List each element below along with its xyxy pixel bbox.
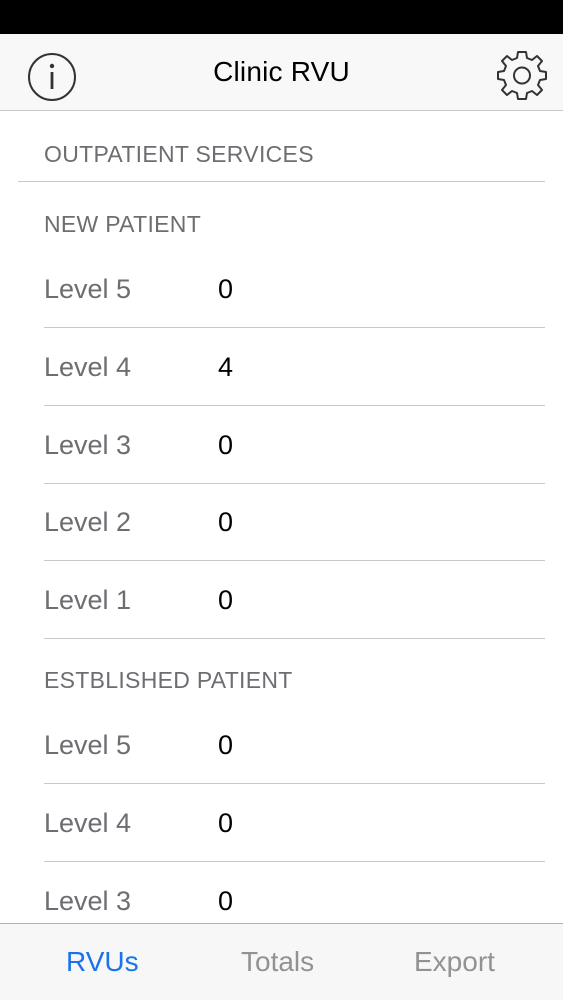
row-label: Level 5 (44, 274, 132, 304)
tab-rvus[interactable]: RVUs (66, 946, 139, 978)
tab-totals[interactable]: Totals (241, 946, 314, 978)
row-divider (44, 638, 545, 639)
row-value: 0 (218, 274, 234, 304)
section-divider (18, 181, 545, 182)
row-label: Level 2 (44, 507, 132, 537)
row-label: Level 5 (44, 730, 132, 760)
row-value: 4 (218, 352, 234, 382)
row-value: 0 (218, 808, 234, 838)
navigation-bar: Clinic RVU (0, 34, 563, 111)
tab-bar: RVUs Totals Export (0, 923, 563, 1000)
section-title: OUTPATIENT SERVICES (44, 141, 314, 167)
app-screen: Clinic RVU OUTPATIENT SERVICES NEW PATIE… (0, 0, 563, 1000)
row-label: Level 3 (44, 886, 132, 916)
group-title-new-patient: NEW PATIENT (44, 211, 202, 237)
list-item[interactable]: Level 5 0 (0, 706, 563, 784)
rvu-list[interactable]: OUTPATIENT SERVICES NEW PATIENT Level 5 … (0, 111, 563, 923)
list-item[interactable]: Level 1 0 (0, 561, 563, 639)
row-label: Level 3 (44, 430, 132, 460)
list-item[interactable]: Level 5 0 (0, 250, 563, 328)
row-label: Level 4 (44, 352, 132, 382)
row-label: Level 4 (44, 808, 132, 838)
row-value: 0 (218, 886, 234, 916)
list-item[interactable]: Level 3 0 (0, 862, 563, 923)
group-title-established-patient: ESTBLISHED PATIENT (44, 667, 293, 693)
list-item[interactable]: Level 4 0 (0, 784, 563, 862)
row-value: 0 (218, 730, 234, 760)
row-label: Level 1 (44, 585, 132, 615)
row-value: 0 (218, 430, 234, 460)
row-value: 0 (218, 507, 234, 537)
tab-export[interactable]: Export (414, 946, 495, 978)
list-item[interactable]: Level 4 4 (0, 328, 563, 406)
page-title: Clinic RVU (213, 56, 350, 87)
row-value: 0 (218, 585, 234, 615)
status-bar (0, 0, 563, 34)
list-item[interactable]: Level 3 0 (0, 406, 563, 484)
gear-icon[interactable] (495, 48, 549, 102)
list-item[interactable]: Level 2 0 (0, 483, 563, 561)
